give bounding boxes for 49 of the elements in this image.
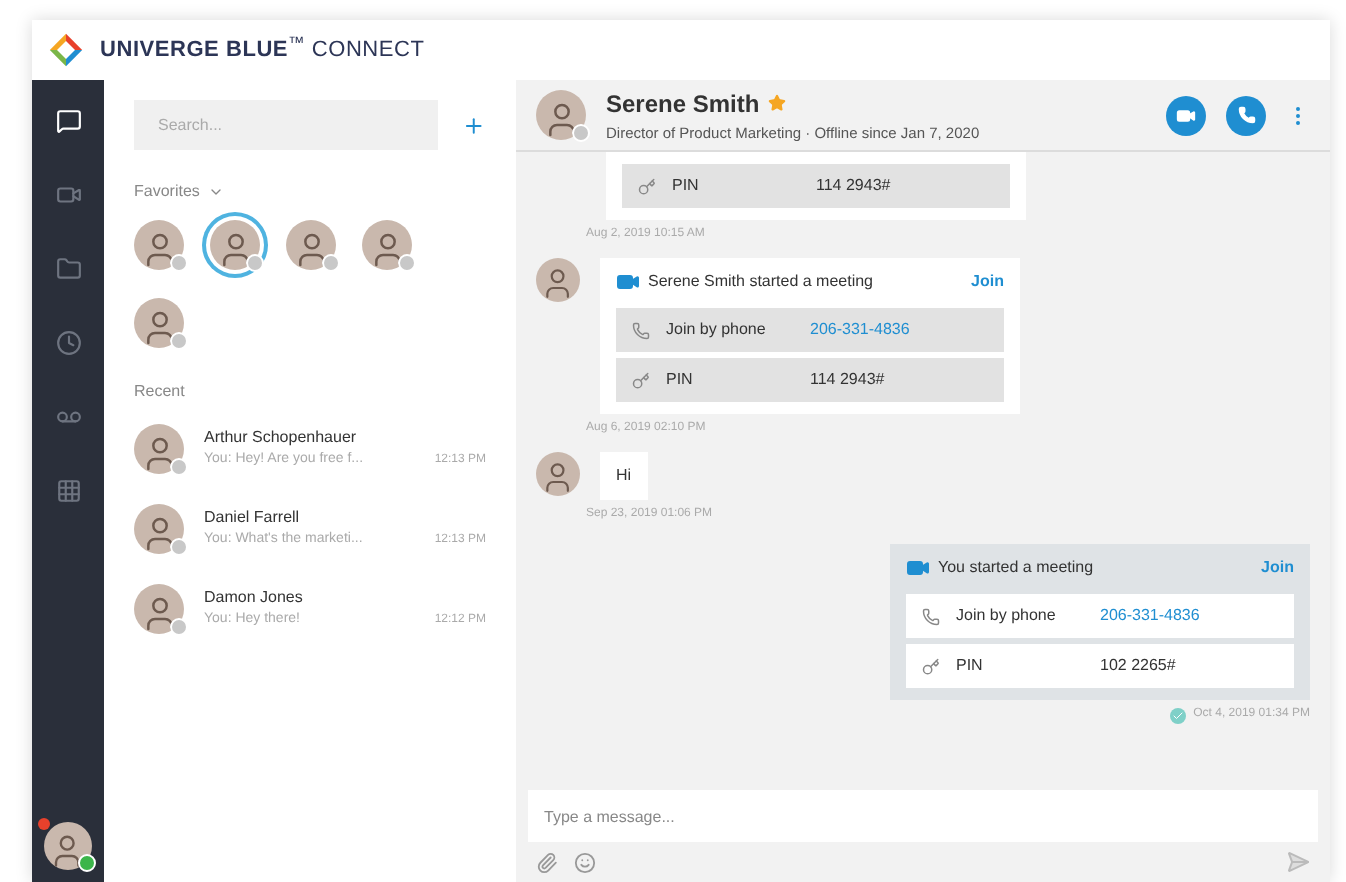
star-icon[interactable] [767,94,786,113]
detail-label: Join by phone [666,318,768,342]
send-icon[interactable] [1286,850,1310,874]
message-input[interactable]: Type a message... [528,790,1318,842]
meeting-title: You started a meeting [938,556,1096,580]
pin-value: 114 2943# [816,174,891,198]
emoji-icon[interactable] [574,851,596,873]
key-icon [922,657,940,675]
message-bubble: Hi [600,452,648,500]
paperclip-icon[interactable] [536,851,558,873]
phone-link[interactable]: 206-331-4836 [1100,604,1200,628]
detail-label: Join by phone [956,604,1058,628]
contact-name: Serene Smith [606,87,760,122]
avatar [134,504,184,554]
avatar [44,822,92,870]
avatar [536,258,580,302]
join-link[interactable]: Join [1261,556,1294,580]
app-title: UNIVERGE BLUE$^{™}$ CONNECT [100,33,425,66]
contact-name: Damon Jones [204,586,305,611]
contact-name: Daniel Farrell [204,506,302,531]
logo-icon [48,32,84,68]
video-camera-icon [906,556,930,580]
video-camera-icon [1176,105,1196,125]
phone-icon [922,607,940,625]
video-call-button[interactable] [1166,95,1206,135]
call-button[interactable] [1226,95,1266,135]
search-field[interactable]: Search... [134,100,439,150]
avatar [134,424,184,474]
phone-icon [1237,106,1255,124]
detail-label: PIN [666,368,695,392]
pin-value: 102 2265# [1100,654,1176,678]
detail-label: PIN [956,654,985,678]
join-link[interactable]: Join [971,270,1004,294]
meeting-title: Serene Smith started a meeting [648,270,876,294]
key-icon [632,371,650,389]
contact-name: Arthur Schopenhauer [204,426,359,451]
favorites-label: Favorites [134,180,200,204]
pin-value: 114 2943# [810,368,885,392]
video-camera-icon [616,270,640,294]
recent-label: Recent [134,380,187,404]
detail-label: PIN [672,174,701,198]
caret-icon[interactable] [207,184,224,200]
add-icon[interactable] [462,113,486,137]
phone-link[interactable]: 206-331-4836 [810,318,910,342]
key-icon [638,177,656,195]
phone-icon [632,321,650,339]
avatar [134,584,184,634]
avatar [536,90,586,140]
avatar [536,452,580,496]
